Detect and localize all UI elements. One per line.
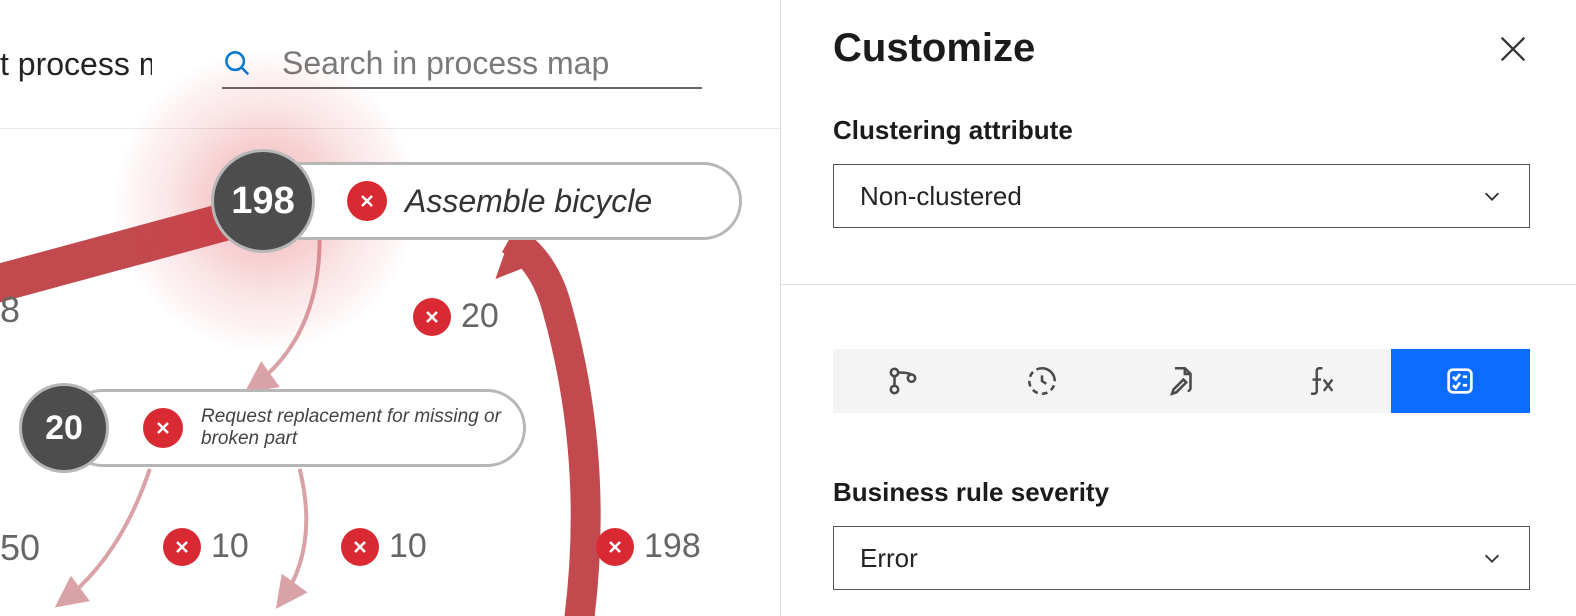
error-icon (143, 408, 183, 448)
tab-page-edit[interactable] (1112, 349, 1251, 413)
process-node-assemble-bicycle[interactable]: 198 Assemble bicycle (264, 162, 742, 240)
edge-count: 198 (644, 527, 701, 566)
close-icon[interactable] (1496, 32, 1530, 66)
node-count-badge: 198 (211, 149, 315, 253)
clock-dashed-icon (1025, 364, 1059, 398)
tab-time[interactable] (972, 349, 1111, 413)
clustering-attribute-value: Non-clustered (860, 181, 1022, 212)
fx-icon (1304, 364, 1338, 398)
edge-count-partial: 8 (0, 289, 20, 331)
edge-label: 198 (596, 527, 701, 566)
metric-tabstrip (833, 349, 1530, 413)
edge-label: 10 (341, 527, 427, 566)
node-count-value: 20 (45, 409, 83, 448)
error-icon (163, 528, 201, 566)
node-count-value: 198 (231, 180, 294, 223)
checklist-icon (1443, 364, 1477, 398)
error-icon (347, 181, 387, 221)
branch-icon (886, 364, 920, 398)
edge-count-partial: 50 (0, 527, 40, 569)
clustering-attribute-label: Clustering attribute (833, 115, 1530, 146)
business-rule-severity-select[interactable]: Error (833, 526, 1530, 590)
process-map-canvas[interactable]: 198 Assemble bicycle 20 Request replacem… (0, 129, 780, 616)
clustering-attribute-select[interactable]: Non-clustered (833, 164, 1530, 228)
edge-label: 10 (163, 527, 249, 566)
edge-count: 10 (389, 527, 427, 566)
process-map-pane: t process map (0, 0, 781, 616)
tab-rules[interactable] (1391, 349, 1530, 413)
error-icon (413, 298, 451, 336)
customize-panel: Customize Clustering attribute Non-clust… (781, 0, 1576, 616)
tab-formula[interactable] (1251, 349, 1390, 413)
panel-title: Customize (833, 26, 1035, 71)
business-rule-severity-label: Business rule severity (833, 477, 1530, 508)
business-rule-severity-value: Error (860, 543, 918, 574)
page-edit-icon (1165, 364, 1199, 398)
error-icon (341, 528, 379, 566)
node-label: Request replacement for missing or broke… (201, 406, 523, 450)
process-node-request-replacement[interactable]: 20 Request replacement for missing or br… (64, 389, 526, 467)
edge-label: 20 (413, 297, 499, 336)
panel-divider (781, 284, 1576, 285)
tab-branch[interactable] (833, 349, 972, 413)
node-count-badge: 20 (19, 383, 109, 473)
chevron-down-icon (1481, 185, 1503, 207)
chevron-down-icon (1481, 547, 1503, 569)
edge-count: 20 (461, 297, 499, 336)
error-icon (596, 528, 634, 566)
edge-count: 10 (211, 527, 249, 566)
process-map-header: t process map (0, 0, 780, 129)
page-title-fragment: t process map (0, 46, 152, 83)
node-label: Assemble bicycle (405, 183, 652, 220)
